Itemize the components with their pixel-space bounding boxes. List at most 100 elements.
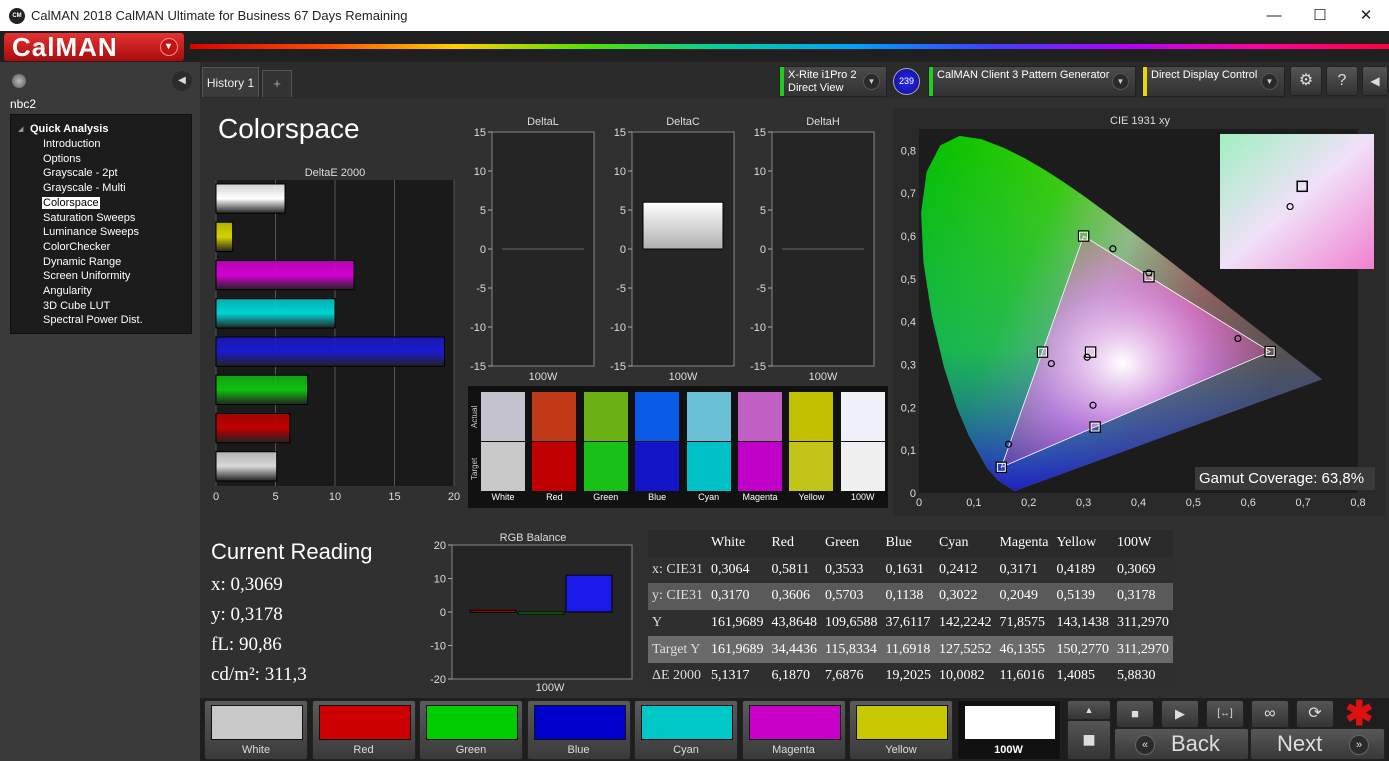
target-swatch — [738, 442, 782, 491]
y-tick-label: 0,3 — [901, 360, 916, 372]
title-bar: CM CalMAN 2018 CalMAN Ultimate for Busin… — [0, 0, 1389, 31]
patch-label: Red — [353, 744, 374, 756]
back-button[interactable]: « Back — [1114, 728, 1249, 760]
table-cell: 0,4189 — [1052, 556, 1113, 584]
collapse-panel-button[interactable]: ◀ — [172, 71, 192, 91]
workflow-tree: ◢ Quick Analysis Introduction Options Gray… — [10, 114, 192, 334]
close-button[interactable]: ✕ — [1343, 0, 1389, 31]
logo-text: CalMAN — [12, 32, 118, 62]
stop-button[interactable]: ■ — [1116, 700, 1154, 728]
patch-button[interactable]: Green — [419, 700, 523, 760]
tree-expand-icon[interactable]: ◢ — [18, 125, 23, 133]
session-dot-icon[interactable] — [12, 74, 26, 88]
table-row: y: CIE31 0,3170 0,3606 0,5703 0,1138 0,3022 0,… — [648, 583, 1173, 610]
target-swatch — [481, 442, 525, 491]
patch-color-chip — [963, 705, 1056, 740]
patch-label: Green — [455, 744, 487, 756]
add-tab-button[interactable]: + — [262, 70, 292, 97]
tree-item[interactable]: Saturation Sweeps — [43, 212, 135, 224]
y-tick-label: 0 — [760, 244, 766, 256]
tree-item[interactable]: 3D Cube LUT — [43, 300, 110, 312]
table-cell: 43,8648 — [767, 609, 821, 637]
tree-item[interactable]: Dynamic Range — [43, 256, 121, 268]
patch-button[interactable]: 100W — [956, 700, 1061, 760]
table-cell: 0,3069 — [1112, 556, 1173, 584]
rgb-bar — [469, 609, 517, 613]
patch-button[interactable]: Magenta — [741, 700, 846, 760]
patch-button[interactable]: Red — [311, 700, 416, 760]
y-tick-label: 0,8 — [901, 145, 916, 157]
table-cell: 0,3178 — [1112, 583, 1173, 610]
patch-color-chip — [748, 705, 841, 740]
meter-badge[interactable]: 239 — [893, 68, 920, 95]
meter-selector[interactable]: X-Rite i1Pro 2 Direct View ▼ — [779, 66, 887, 97]
chevron-down-icon[interactable]: ▼ — [1261, 73, 1278, 90]
table-cell: 0,3606 — [767, 583, 821, 610]
bracket-button[interactable]: [↔] — [1206, 700, 1244, 728]
y-tick-label: -10 — [750, 322, 766, 334]
x-tick-label: 0,6 — [1241, 497, 1256, 509]
deltae-bar — [215, 221, 234, 252]
up-arrow-icon[interactable]: ▲ — [1067, 700, 1111, 720]
maximize-button[interactable]: ☐ — [1297, 0, 1343, 31]
table-header: Red — [767, 530, 821, 557]
y-tick-label: 0 — [440, 607, 446, 619]
x-tick-label: 0,4 — [1131, 497, 1146, 509]
tree-item[interactable]: Introduction — [43, 138, 100, 150]
target-swatch — [635, 442, 680, 491]
swatch-pair — [738, 392, 782, 492]
patch-button[interactable]: Blue — [526, 700, 631, 760]
calman-logo[interactable]: CalMAN ▾ — [4, 33, 184, 61]
tree-item[interactable]: Options — [43, 153, 81, 165]
patch-label: Blue — [567, 744, 590, 756]
stop-big-button[interactable]: ■ — [1067, 720, 1111, 760]
next-button[interactable]: Next » — [1250, 728, 1385, 760]
tree-root-quick-analysis[interactable]: Quick Analysis — [30, 123, 108, 135]
loop-button[interactable]: ∞ — [1251, 700, 1289, 728]
next-arrow-icon: » — [1349, 735, 1369, 755]
table-cell: 127,5252 — [934, 636, 996, 663]
table-row: Y 161,9689 43,8648 109,6588 37,6117 142,2242 7… — [648, 609, 1173, 637]
x-tick-label: 0 — [916, 497, 922, 509]
patch-button[interactable]: White — [204, 700, 308, 760]
tree-item[interactable]: Grayscale - Multi — [43, 182, 126, 194]
pattern-generator-selector[interactable]: CalMAN Client 3 Pattern Generator ▼ — [928, 66, 1136, 97]
x-tick-label: 0,8 — [1350, 497, 1365, 509]
rgb-bar — [565, 574, 613, 613]
table-header: Green — [820, 530, 882, 557]
tab-history-1[interactable]: History 1 — [202, 67, 259, 97]
display-control-selector[interactable]: Direct Display Control ▼ — [1142, 66, 1285, 97]
deltae-tick-label: 20 — [448, 491, 460, 503]
patch-button[interactable]: Cyan — [634, 700, 738, 760]
row-label: Target Y — [648, 636, 707, 663]
tree-item[interactable]: Luminance Sweeps — [43, 226, 139, 238]
tree-item[interactable]: Colorspace — [42, 196, 100, 209]
tree-item[interactable]: ColorChecker — [43, 241, 110, 253]
minimize-button[interactable]: — — [1251, 0, 1297, 31]
tree-item[interactable]: Angularity — [43, 285, 92, 297]
table-cell: 311,2970 — [1112, 636, 1173, 663]
play-button[interactable]: ▶ — [1161, 700, 1199, 728]
patch-button[interactable]: Yellow — [849, 700, 953, 760]
settings-gear-icon[interactable]: ⚙ — [1290, 66, 1322, 96]
swatch-pair — [840, 392, 885, 492]
tree-item[interactable]: Spectral Power Dist. — [43, 314, 143, 326]
help-icon[interactable]: ? — [1326, 66, 1358, 96]
collapse-right-icon[interactable]: ◀ — [1362, 66, 1388, 96]
table-cell: 0,3064 — [706, 556, 768, 584]
table-cell: 19,2025 — [881, 662, 935, 690]
chevron-down-icon[interactable]: ▼ — [863, 73, 880, 90]
refresh-icon[interactable]: ⟳ — [1296, 700, 1334, 728]
tree-item[interactable]: Screen Uniformity — [43, 270, 130, 282]
swatch-label: 100W — [851, 492, 875, 502]
row-label: x: CIE31 — [648, 556, 707, 584]
x-category-label: 100W — [809, 371, 838, 382]
chevron-down-icon[interactable]: ▼ — [1112, 73, 1129, 90]
y-tick-label: 15 — [754, 127, 766, 139]
tree-item[interactable]: Grayscale - 2pt — [43, 167, 118, 179]
table-cell: 161,9689 — [706, 609, 768, 637]
deltae-bar — [215, 374, 309, 405]
logo-menu-icon[interactable]: ▾ — [160, 38, 178, 56]
swatch-label: Green — [593, 492, 619, 502]
table-cell: 0,2049 — [995, 583, 1053, 610]
